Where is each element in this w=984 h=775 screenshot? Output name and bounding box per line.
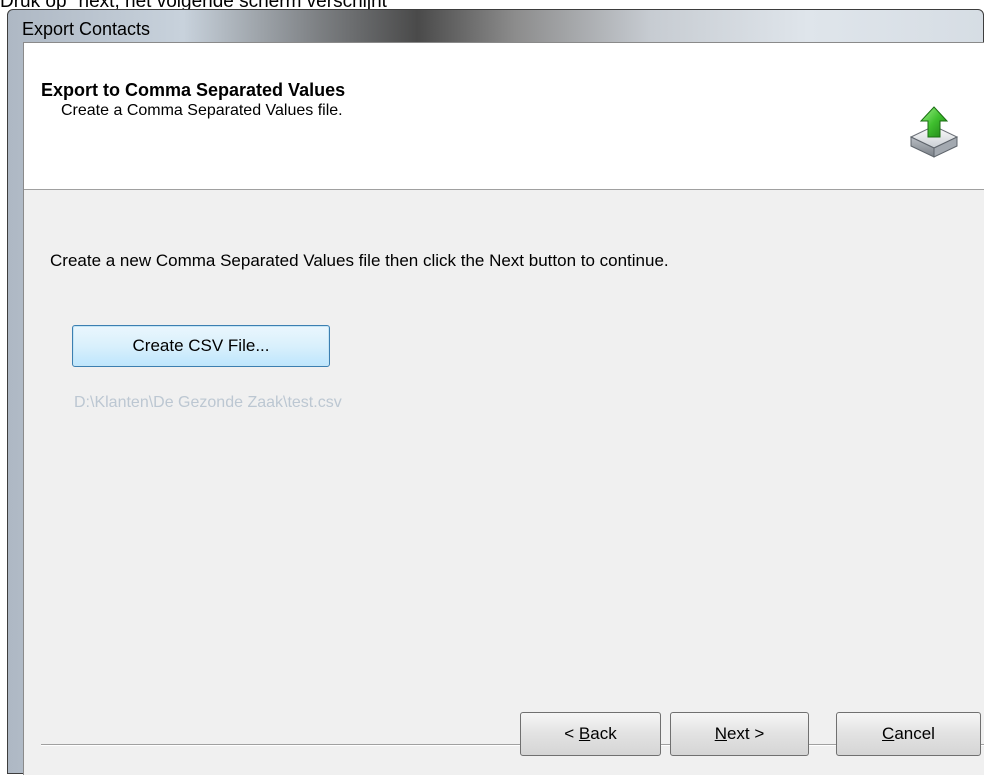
dialog-client-area: Export to Comma Separated Values Create …	[23, 42, 984, 775]
window-titlebar[interactable]: Export Contacts	[8, 10, 983, 43]
next-button-mnemonic: N	[714, 724, 727, 743]
back-button-prefix: <	[564, 724, 579, 743]
next-button[interactable]: Next >	[670, 712, 809, 756]
window-title: Export Contacts	[22, 19, 151, 39]
next-button-label: ext >	[726, 724, 765, 743]
cancel-button-mnemonic: C	[882, 724, 895, 743]
cancel-button-label: ancel	[894, 724, 935, 743]
back-button-mnemonic: B	[578, 724, 591, 743]
export-upload-icon	[907, 104, 961, 160]
export-contacts-window: Export Contacts Export to Comma Separate…	[7, 9, 984, 775]
create-csv-file-button[interactable]: Create CSV File...	[72, 325, 330, 367]
cancel-button[interactable]: Cancel	[836, 712, 981, 756]
wizard-header-title: Export to Comma Separated Values	[41, 80, 346, 100]
wizard-header-subtitle: Create a Comma Separated Values file.	[61, 102, 343, 119]
back-button-label: ack	[590, 724, 617, 743]
wizard-header: Export to Comma Separated Values Create …	[24, 43, 984, 190]
back-button[interactable]: < Back	[520, 712, 661, 756]
selected-file-path: D:\Klanten\De Gezonde Zaak\test.csv	[74, 394, 342, 411]
instruction-text: Create a new Comma Separated Values file…	[50, 251, 669, 270]
